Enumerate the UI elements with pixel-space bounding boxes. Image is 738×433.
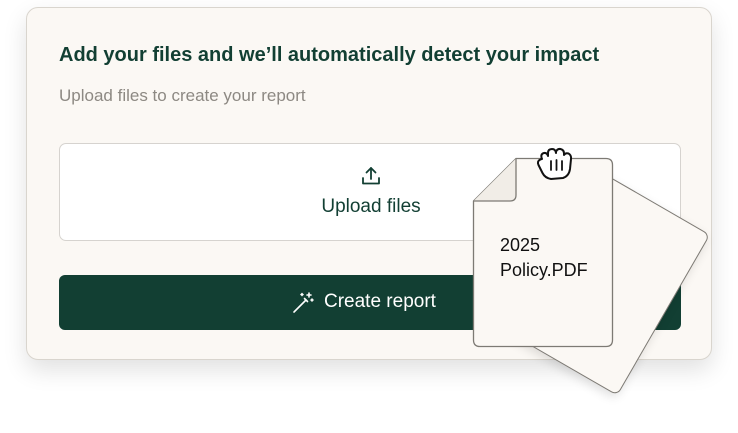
card-subtitle: Upload files to create your report: [59, 86, 306, 105]
magic-wand-icon: [293, 292, 314, 313]
card-title: Add your files and we’ll automatically d…: [59, 44, 600, 66]
dragged-file-card[interactable]: 2025 Policy.PDF: [472, 157, 614, 348]
create-report-label: Create report: [324, 291, 436, 312]
dragged-file-name: 2025 Policy.PDF: [500, 235, 588, 280]
grab-hand-cursor-icon: [536, 147, 573, 180]
upload-icon: [362, 167, 380, 185]
